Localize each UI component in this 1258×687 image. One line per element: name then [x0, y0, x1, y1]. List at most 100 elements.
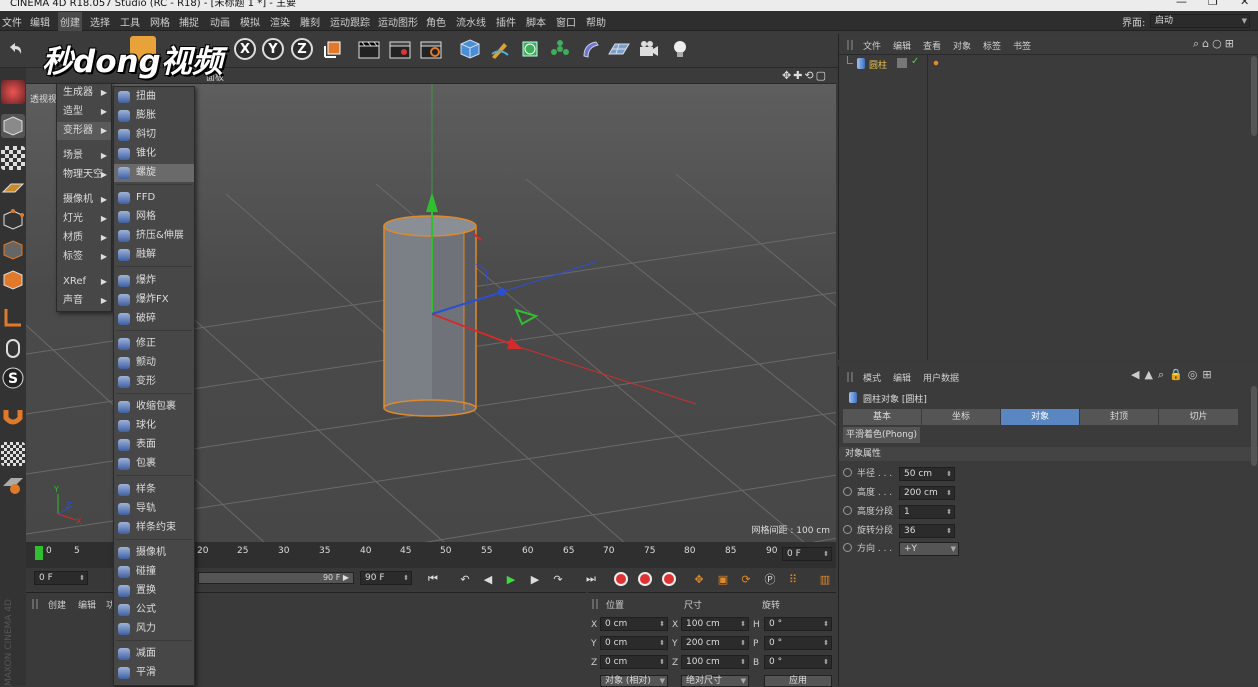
deformer-item[interactable]: 网格	[114, 208, 194, 226]
anim-radio-icon[interactable]	[843, 487, 852, 496]
close-icon[interactable]: ✕	[1240, 0, 1249, 7]
deformer-item[interactable]: 样条	[114, 481, 194, 499]
om-scrollbar[interactable]	[1251, 56, 1257, 136]
menu-help[interactable]: 帮助	[586, 14, 606, 29]
create-menu-item-xref[interactable]: XRef ▶	[57, 273, 111, 291]
rotation-key-button[interactable]: ⟳	[737, 570, 755, 588]
deformer-item[interactable]: 扭曲	[114, 88, 194, 106]
deformer-item[interactable]: 平滑	[114, 664, 194, 682]
om-menu-objects[interactable]: 对象	[953, 39, 971, 52]
position-y-field[interactable]: 0 cm ⬍	[600, 636, 668, 650]
size-mode-select[interactable]: 绝对尺寸 ▼	[681, 675, 749, 687]
create-menu-item-modeling[interactable]: 造型 ▶	[57, 103, 111, 121]
coord-mode-select[interactable]: 对象 (相对) ▼	[600, 675, 668, 687]
start-frame-field[interactable]: 0 F ⬍	[34, 571, 88, 585]
create-menu-item-generators[interactable]: 生成器 ▶	[57, 84, 111, 102]
snap-toggle-button[interactable]: S	[1, 366, 25, 390]
menu-create[interactable]: 创建	[58, 12, 82, 31]
end-frame-field[interactable]: 90 F ⬍	[360, 571, 412, 585]
deformer-item[interactable]: 破碎	[114, 310, 194, 328]
create-menu-item-sound[interactable]: 声音 ▶	[57, 292, 111, 310]
add-cube-button[interactable]	[457, 36, 483, 62]
axis-mode-button[interactable]	[1, 306, 25, 330]
scale-key-button[interactable]: ▣	[714, 570, 732, 588]
layout-select[interactable]: 启动 ▼	[1150, 14, 1250, 28]
object-row-cylinder[interactable]: 圆柱 ✓	[839, 56, 1258, 72]
add-floor-button[interactable]	[606, 36, 632, 62]
coordinate-system-button[interactable]	[320, 36, 346, 62]
keyframe-selection-button[interactable]	[660, 570, 678, 588]
object-name[interactable]: 圆柱	[869, 58, 887, 71]
menu-select[interactable]: 选择	[90, 14, 110, 29]
create-menu-item-physical-sky[interactable]: 物理天空 ▶	[57, 166, 111, 184]
create-menu-item-scene[interactable]: 场景 ▶	[57, 147, 111, 165]
menu-animate[interactable]: 动画	[210, 14, 230, 29]
parameter-key-button[interactable]: Ⓟ	[761, 570, 779, 588]
minimize-icon[interactable]: —	[1176, 0, 1187, 7]
previous-key-button[interactable]: ↶	[456, 570, 474, 588]
create-menu-item-material[interactable]: 材质 ▶	[57, 229, 111, 247]
frame-range-slider[interactable]: 90 F ▶	[198, 572, 354, 584]
make-editable-button[interactable]	[1, 80, 25, 104]
menu-sculpt[interactable]: 雕刻	[300, 14, 320, 29]
deformer-item[interactable]: 挤压&伸展	[114, 227, 194, 245]
deformer-item[interactable]: 导轨	[114, 500, 194, 518]
locked-grid-button[interactable]	[1, 472, 25, 496]
add-pen-button[interactable]	[487, 36, 513, 62]
render-view-button[interactable]	[356, 36, 382, 62]
om-menu-file[interactable]: 文件	[863, 39, 881, 52]
menu-script[interactable]: 脚本	[526, 14, 546, 29]
undo-button[interactable]	[2, 36, 28, 62]
points-mode-button[interactable]	[1, 208, 25, 232]
menu-character[interactable]: 角色	[426, 14, 446, 29]
menu-motion-tracking[interactable]: 运动跟踪	[330, 14, 370, 29]
deformer-item[interactable]: 碰撞	[114, 563, 194, 581]
next-key-button[interactable]: ↷	[549, 570, 567, 588]
deformer-item[interactable]: FFD	[114, 189, 194, 207]
go-to-end-button[interactable]: ⏭	[582, 570, 600, 588]
menu-mograph[interactable]: 运动图形	[378, 14, 418, 29]
deformer-item[interactable]: 爆炸FX	[114, 291, 194, 309]
height-segments-field[interactable]: 1 ⬍	[899, 505, 955, 519]
size-x-field[interactable]: 100 cm ⬍	[681, 617, 749, 631]
om-menu-tags[interactable]: 标签	[983, 39, 1001, 52]
position-z-field[interactable]: 0 cm ⬍	[600, 655, 668, 669]
step-back-button[interactable]: ◀	[479, 570, 497, 588]
deformer-item[interactable]: 膨胀	[114, 107, 194, 125]
autokey-button[interactable]	[636, 570, 654, 588]
deformer-item[interactable]: 样条约束	[114, 519, 194, 537]
tab-object[interactable]: 对象	[1001, 409, 1080, 425]
menu-window[interactable]: 窗口	[556, 14, 576, 29]
add-subdivision-button[interactable]	[517, 36, 543, 62]
deformer-item[interactable]: 锥化	[114, 145, 194, 163]
om-menu-view[interactable]: 查看	[923, 39, 941, 52]
position-x-field[interactable]: 0 cm ⬍	[600, 617, 668, 631]
rotation-segments-field[interactable]: 36 ⬍	[899, 524, 955, 538]
apply-button[interactable]: 应用	[764, 675, 832, 687]
menu-mesh[interactable]: 网格	[150, 14, 170, 29]
deformer-item[interactable]: 公式	[114, 601, 194, 619]
am-menu-edit[interactable]: 编辑	[893, 371, 911, 384]
add-cloner-button[interactable]	[547, 36, 573, 62]
size-y-field[interactable]: 200 cm ⬍	[681, 636, 749, 650]
add-camera-button[interactable]	[636, 36, 662, 62]
menu-tools[interactable]: 工具	[120, 14, 140, 29]
deformer-item[interactable]: 球化	[114, 417, 194, 435]
om-header-icons[interactable]: ⌕⌂○⊞	[1193, 37, 1237, 51]
material-menu-create[interactable]: 创建	[48, 598, 66, 611]
timeline-window-button[interactable]: ▥	[816, 570, 834, 588]
step-forward-button[interactable]: ▶	[526, 570, 544, 588]
record-keys-button[interactable]	[612, 570, 630, 588]
viewport-nav-icons[interactable]: ✥✚⟲▢	[782, 69, 828, 82]
am-header-icons[interactable]: ◀▲⌕🔒◎⊞	[1131, 368, 1217, 382]
z-axis-button[interactable]: Z	[289, 36, 315, 62]
create-menu-item-camera[interactable]: 摄像机 ▶	[57, 191, 111, 209]
playhead[interactable]	[35, 546, 43, 560]
render-picture-viewer-button[interactable]	[387, 36, 413, 62]
menu-render[interactable]: 渲染	[270, 14, 290, 29]
deformer-item[interactable]: 融解	[114, 246, 194, 264]
am-menu-mode[interactable]: 模式	[863, 371, 881, 384]
menu-simulate[interactable]: 模拟	[240, 14, 260, 29]
radius-field[interactable]: 50 cm ⬍	[899, 467, 955, 481]
deformer-item[interactable]: 斜切	[114, 126, 194, 144]
